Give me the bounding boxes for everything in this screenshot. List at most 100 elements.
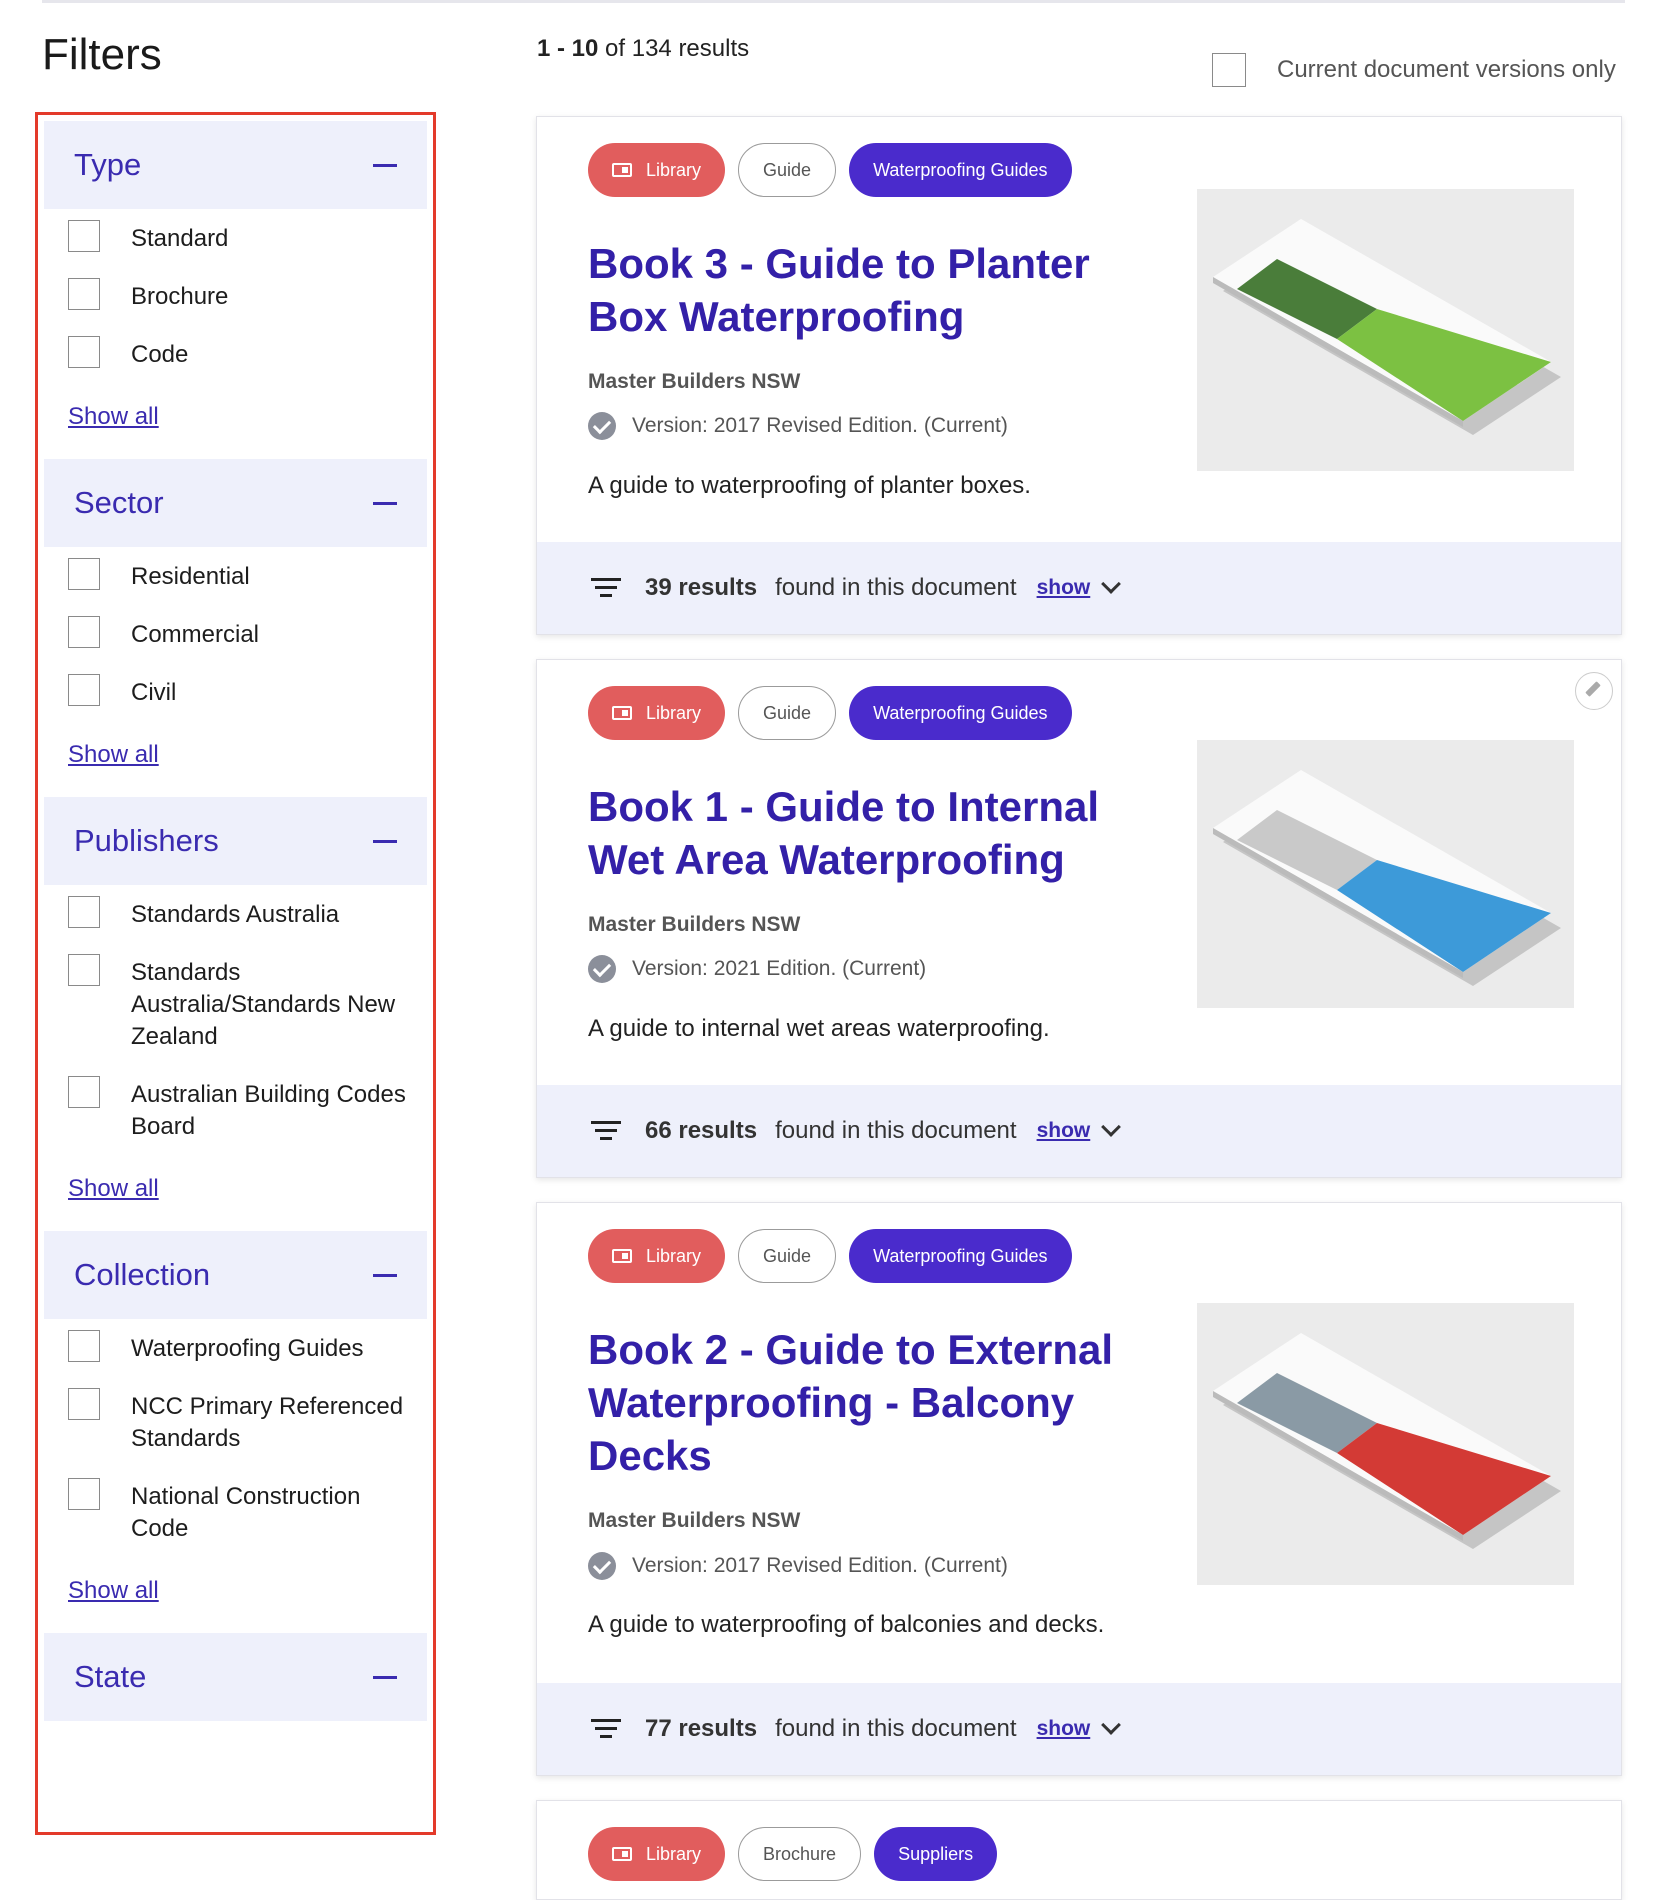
filter-checkbox[interactable] [68, 1388, 100, 1420]
document-cover-thumbnail[interactable] [1197, 740, 1574, 1008]
filter-checkbox[interactable] [68, 1330, 100, 1362]
show-all-link[interactable]: Show all [68, 1175, 159, 1203]
show-results-link[interactable]: show [1037, 1119, 1091, 1143]
version-info: Version: 2021 Edition. (Current) [588, 955, 926, 983]
document-title[interactable]: Book 2 - Guide to External Waterproofing… [588, 1323, 1128, 1482]
filter-group-header[interactable]: Publishers [44, 797, 427, 885]
result-card[interactable]: Library Brochure Suppliers [536, 1800, 1622, 1900]
document-description: A guide to waterproofing of planter boxe… [588, 472, 1031, 499]
version-info: Version: 2017 Revised Edition. (Current) [588, 1552, 1008, 1580]
version-text: Version: 2017 Revised Edition. (Current) [632, 414, 1008, 437]
filter-option: Waterproofing Guides [68, 1330, 427, 1365]
filter-checkbox[interactable] [68, 616, 100, 648]
filter-group-header[interactable]: Collection [44, 1231, 427, 1319]
collapse-minus-icon[interactable] [373, 839, 397, 843]
document-description: A guide to waterproofing of balconies an… [588, 1611, 1105, 1638]
tag-collection[interactable]: Waterproofing Guides [849, 686, 1072, 740]
document-cover-thumbnail[interactable] [1197, 189, 1574, 471]
publisher-name: Master Builders NSW [588, 1509, 801, 1532]
filter-checkbox[interactable] [68, 220, 100, 252]
filter-option-label: Standards Australia/Standards New Zealan… [131, 959, 396, 1050]
filter-option: Australian Building Codes Board [68, 1076, 427, 1143]
result-card[interactable]: Library Guide Waterproofing Guides Book … [536, 116, 1622, 635]
collapse-minus-icon[interactable] [373, 163, 397, 167]
filter-option-label: Commercial [131, 621, 260, 648]
tag-label: Library [646, 1245, 702, 1266]
filter-checkbox[interactable] [68, 674, 100, 706]
filter-checkbox[interactable] [68, 336, 100, 368]
document-description: A guide to internal wet areas waterproof… [588, 1015, 1050, 1042]
library-icon [612, 1249, 632, 1263]
filter-group-type: Type Standard Brochure Code Show all [44, 121, 427, 459]
tag-library[interactable]: Library [588, 1229, 726, 1283]
tag-type[interactable]: Guide [738, 1229, 837, 1283]
filter-checkbox[interactable] [68, 278, 100, 310]
filter-checkbox[interactable] [68, 954, 100, 986]
filter-lines-icon [591, 1121, 621, 1141]
results-suffix: found in this document [775, 574, 1017, 601]
tag-collection[interactable]: Waterproofing Guides [849, 1229, 1072, 1283]
document-title[interactable]: Book 3 - Guide to Planter Box Waterproof… [588, 237, 1128, 343]
filter-option: Residential [68, 558, 427, 593]
filter-group-header[interactable]: State [44, 1633, 427, 1721]
show-results-link[interactable]: show [1037, 576, 1091, 600]
results-suffix: found in this document [775, 1117, 1017, 1144]
filter-option: NCC Primary Referenced Standards [68, 1388, 427, 1455]
filter-checkbox[interactable] [68, 1478, 100, 1510]
filter-lines-icon [591, 1719, 621, 1739]
check-circle-icon [588, 955, 616, 983]
filter-option-label: Brochure [131, 283, 229, 310]
filter-option: National Construction Code [68, 1478, 427, 1545]
filter-option-label: National Construction Code [131, 1483, 361, 1542]
current-versions-label: Current document versions only [1277, 56, 1616, 83]
edit-pencil-icon[interactable] [1575, 672, 1613, 710]
publisher-name: Master Builders NSW [588, 370, 801, 393]
document-title[interactable]: Book 1 - Guide to Internal Wet Area Wate… [588, 780, 1128, 886]
current-versions-checkbox[interactable] [1212, 53, 1246, 87]
tag-library[interactable]: Library [588, 686, 726, 740]
version-info: Version: 2017 Revised Edition. (Current) [588, 412, 1008, 440]
chevron-down-icon[interactable] [1101, 574, 1122, 594]
tag-library[interactable]: Library [588, 1827, 726, 1881]
results-count: 66 results [645, 1117, 758, 1144]
tag-label: Library [646, 159, 702, 180]
filter-group-header[interactable]: Type [44, 121, 427, 209]
show-results-link[interactable]: show [1037, 1717, 1091, 1741]
tag-type[interactable]: Guide [738, 686, 837, 740]
collapse-minus-icon[interactable] [373, 501, 397, 505]
filter-option: Standards Australia/Standards New Zealan… [68, 954, 427, 1053]
tag-library[interactable]: Library [588, 143, 726, 197]
tag-collection[interactable]: Suppliers [874, 1827, 998, 1881]
show-all-link[interactable]: Show all [68, 403, 159, 431]
filter-checkbox[interactable] [68, 558, 100, 590]
library-icon [612, 1847, 632, 1861]
tag-type[interactable]: Brochure [738, 1827, 862, 1881]
collapse-minus-icon[interactable] [373, 1273, 397, 1277]
filter-option: Brochure [68, 278, 427, 313]
card-results-bar: 66 results found in this document show [537, 1085, 1621, 1177]
card-results-bar: 77 results found in this document show [537, 1683, 1621, 1775]
result-card[interactable]: Library Guide Waterproofing Guides Book … [536, 659, 1622, 1178]
filter-option-label: Standards Australia [131, 901, 340, 928]
tag-list: Library Guide Waterproofing Guides [588, 686, 1072, 740]
document-cover-thumbnail[interactable] [1197, 1303, 1574, 1585]
collapse-minus-icon[interactable] [373, 1675, 397, 1679]
filter-option-label: Civil [131, 679, 177, 706]
chevron-down-icon[interactable] [1101, 1117, 1122, 1137]
tag-list: Library Guide Waterproofing Guides [588, 1229, 1072, 1283]
result-range: 1 - 10 [537, 35, 599, 62]
filter-group-header[interactable]: Sector [44, 459, 427, 547]
current-versions-toggle[interactable]: Current document versions only [1212, 53, 1616, 87]
filter-checkbox[interactable] [68, 1076, 100, 1108]
show-all-link[interactable]: Show all [68, 741, 159, 769]
tag-list: Library Brochure Suppliers [588, 1827, 998, 1881]
filter-option: Standards Australia [68, 896, 427, 931]
filter-checkbox[interactable] [68, 896, 100, 928]
chevron-down-icon[interactable] [1101, 1715, 1122, 1735]
show-all-link[interactable]: Show all [68, 1577, 159, 1605]
result-card[interactable]: Library Guide Waterproofing Guides Book … [536, 1202, 1622, 1776]
tag-type[interactable]: Guide [738, 143, 837, 197]
filter-group-collection: Collection Waterproofing Guides NCC Prim… [44, 1231, 427, 1633]
library-icon [612, 163, 632, 177]
tag-collection[interactable]: Waterproofing Guides [849, 143, 1072, 197]
